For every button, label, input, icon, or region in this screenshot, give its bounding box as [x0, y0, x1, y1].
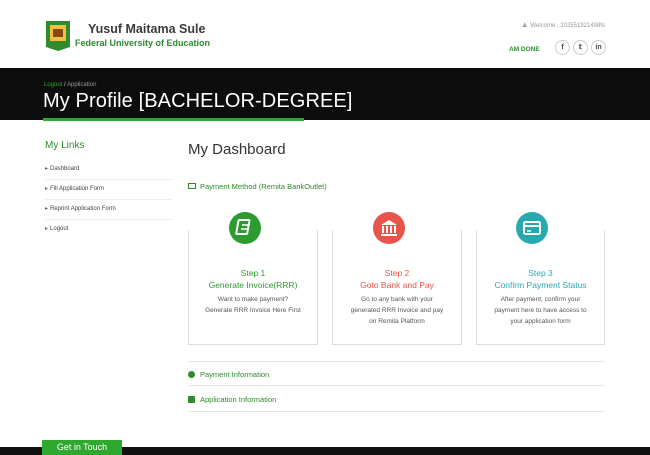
step-2-number: Step 2: [384, 268, 410, 278]
breadcrumb: Logout / Application: [44, 82, 96, 88]
chevron-right-icon: ▸: [45, 166, 49, 172]
step-2-description: Go to any bank with your generated RRR I…: [350, 296, 444, 325]
step-3-number: Step 3: [528, 268, 553, 278]
breadcrumb-application: Application: [67, 82, 97, 88]
twitter-icon[interactable]: 𝕥: [573, 40, 588, 55]
dashboard-title: My Dashboard: [188, 141, 286, 158]
title-underline: [43, 118, 304, 121]
payment-information-label: Payment Information: [200, 370, 270, 379]
linkedin-icon[interactable]: in: [591, 40, 606, 55]
sidebar-item-reprint-application[interactable]: ▸ Reprint Application Form: [45, 200, 173, 220]
user-icon: ♟: [522, 23, 528, 29]
sidebar-item-fill-application[interactable]: ▸ Fill Application Form: [45, 180, 173, 200]
application-information-row[interactable]: Application Information: [188, 387, 605, 412]
university-logo[interactable]: [44, 21, 72, 51]
payment-method-label: Payment Method (Remita BankOutlet): [200, 182, 327, 191]
info-icon: [188, 371, 195, 378]
breadcrumb-logout[interactable]: Logout: [44, 82, 62, 88]
am-done-link[interactable]: AM DONE: [509, 46, 540, 53]
list-icon: [188, 396, 195, 403]
page-title: My Profile [BACHELOR-DEGREE]: [43, 90, 353, 112]
invoice-icon: [229, 212, 261, 244]
breadcrumb-separator: /: [64, 82, 66, 88]
get-in-touch-tab[interactable]: Get in Touch: [42, 440, 122, 455]
step-1-number: Step 1: [240, 268, 266, 278]
sidebar-item-label: Fill Application Form: [50, 186, 105, 192]
step-1-description: Want to make payment? Generate RRR Invoi…: [205, 296, 301, 314]
sidebar-title: My Links: [45, 140, 85, 151]
step-3-heading: Confirm Payment Status: [494, 280, 587, 290]
welcome-label: Welcome , 20255192149​8fs: [530, 23, 605, 29]
step-2-heading: Goto Bank and Pay: [360, 280, 434, 290]
card-icon: [516, 212, 548, 244]
chevron-right-icon: ▸: [45, 186, 49, 192]
payment-method-link[interactable]: Payment Method (Remita BankOutlet): [188, 182, 327, 191]
step-3-description: After payment, confirm your payment here…: [494, 296, 587, 325]
chevron-right-icon: ▸: [45, 226, 49, 232]
sidebar-item-label: Reprint Application Form: [50, 206, 116, 212]
bank-icon: [373, 212, 405, 244]
brand-subtitle: Federal University of Education: [75, 38, 211, 48]
sidebar-item-label: Logout: [50, 226, 69, 232]
money-icon: [188, 183, 196, 189]
facebook-icon[interactable]: f: [555, 40, 570, 55]
welcome-text: ♟ Welcome , 20255192149​8fs: [522, 22, 605, 29]
sidebar-item-label: Dashboard: [50, 166, 80, 172]
application-information-label: Application Information: [200, 395, 277, 404]
sidebar-item-logout[interactable]: ▸ Logout: [45, 220, 173, 240]
sidebar-item-dashboard[interactable]: ▸ Dashboard: [45, 160, 173, 180]
brand-name: Yusuf Maitama Sule: [88, 22, 206, 36]
payment-information-row[interactable]: Payment Information: [188, 361, 605, 386]
step-1-heading: Generate Invoice(RRR): [208, 280, 298, 290]
chevron-right-icon: ▸: [45, 206, 49, 212]
